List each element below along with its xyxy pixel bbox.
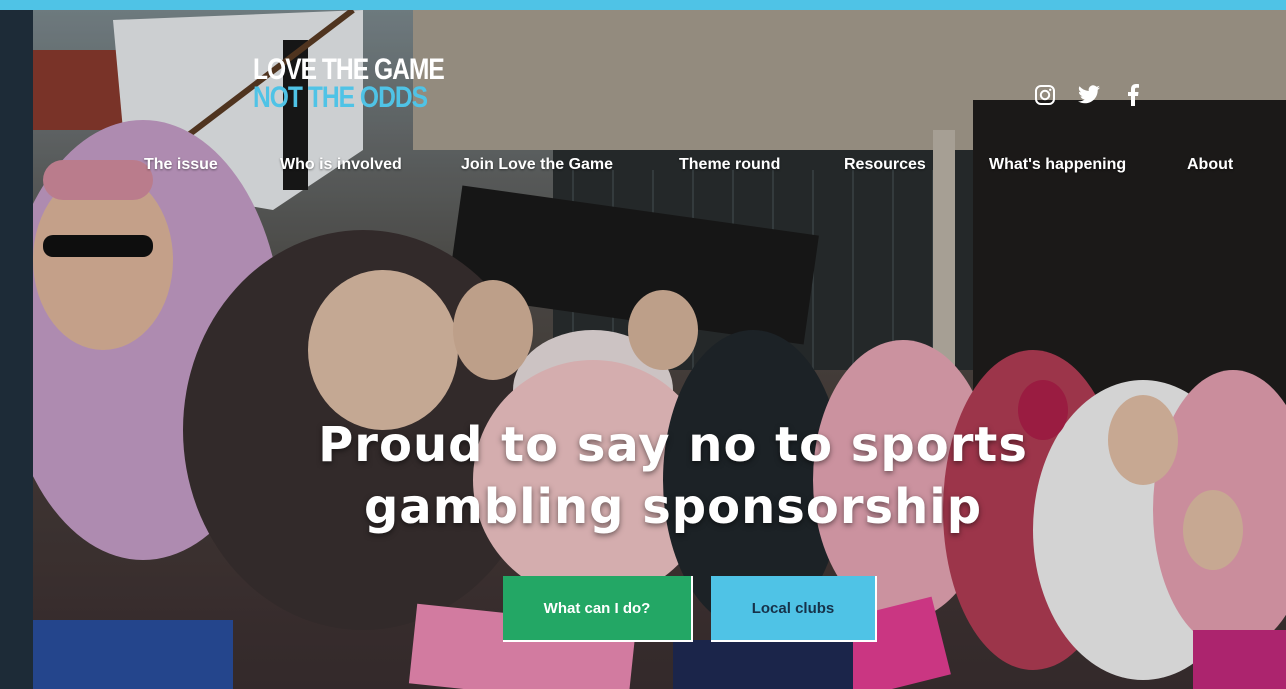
hero-headline-line-2: gambling sponsorship [363,479,983,535]
local-clubs-button[interactable]: Local clubs [711,576,877,642]
facebook-icon[interactable] [1121,83,1145,107]
site-logo[interactable]: LOVE THE GAME NOT THE ODDS [253,53,453,114]
hero-headline-line-1: Proud to say no to sports [318,417,1028,473]
logo-line-2: NOT THE ODDS [253,81,428,114]
left-rail [0,10,33,689]
nav-item-whats-happening[interactable]: What's happening [989,156,1126,174]
twitter-icon[interactable] [1077,83,1101,107]
instagram-icon[interactable] [1033,83,1057,107]
nav-item-join-love-the-game[interactable]: Join Love the Game [461,156,613,174]
nav-item-resources[interactable]: Resources [844,156,926,174]
nav-item-about[interactable]: About [1187,156,1233,174]
logo-line-1: LOVE THE GAME [253,53,445,86]
hero-headline: Proud to say no to sports gambling spons… [223,414,1123,538]
hero-section: LOVE THE GAME NOT THE ODDS The issue Who… [33,10,1286,689]
social-links [1033,83,1145,107]
top-accent-bar [0,0,1286,10]
nav-item-the-issue[interactable]: The issue [144,156,218,174]
nav-item-who-is-involved[interactable]: Who is involved [280,156,402,174]
nav-item-theme-round[interactable]: Theme round [679,156,780,174]
what-can-i-do-button[interactable]: What can I do? [503,576,693,642]
main-nav: The issue Who is involved Join Love the … [144,156,1244,176]
